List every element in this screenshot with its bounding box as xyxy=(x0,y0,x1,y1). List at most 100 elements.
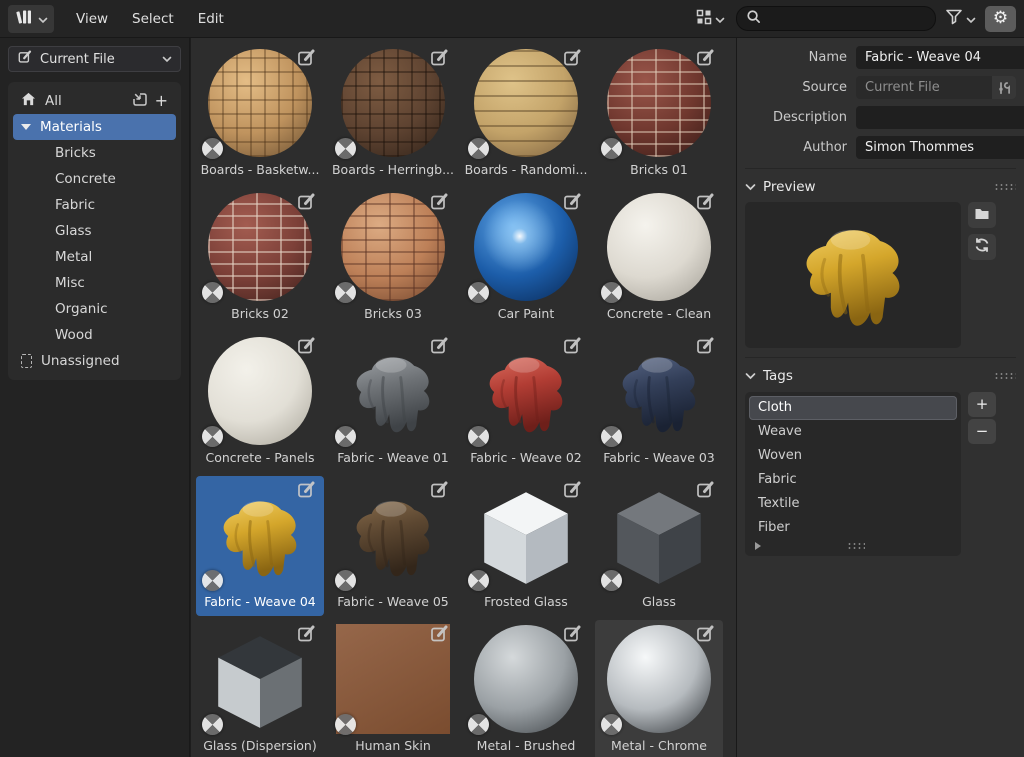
menu-view[interactable]: View xyxy=(74,7,110,31)
chevron-down-icon xyxy=(966,9,976,28)
catalog-item-glass[interactable]: Glass xyxy=(13,218,176,244)
filter-button[interactable] xyxy=(945,8,976,29)
resize-grip-icon[interactable] xyxy=(847,542,865,550)
source-sidebar: Current File All+MaterialsBricksConcrete… xyxy=(0,38,190,757)
chevron-down-icon xyxy=(162,52,172,67)
edit-asset-icon xyxy=(695,479,716,504)
asset-tile[interactable]: Metal - Chrome xyxy=(595,620,723,757)
tag-item-cloth[interactable]: Cloth xyxy=(749,396,957,420)
panel-grip-icon[interactable] xyxy=(994,183,1016,191)
catalog-item-bricks[interactable]: Bricks xyxy=(13,140,176,166)
asset-tile[interactable]: Fabric - Weave 05 xyxy=(329,476,457,616)
catalog-item-fabric[interactable]: Fabric xyxy=(13,192,176,218)
material-icon xyxy=(202,570,223,591)
catalog-item-concrete[interactable]: Concrete xyxy=(13,166,176,192)
catalog-label: Metal xyxy=(55,249,92,265)
material-icon xyxy=(335,138,356,159)
load-custom-preview-button[interactable] xyxy=(968,202,996,228)
menu-select[interactable]: Select xyxy=(130,7,176,31)
remove-tag-button[interactable]: − xyxy=(968,419,996,444)
asset-tile[interactable]: Concrete - Panels xyxy=(196,332,324,472)
tool-icon[interactable] xyxy=(992,76,1016,99)
asset-tile[interactable]: Glass (Dispersion) xyxy=(196,620,324,757)
panel-grip-icon[interactable] xyxy=(994,372,1016,380)
expand-right-icon[interactable] xyxy=(755,542,761,550)
name-field[interactable] xyxy=(856,46,1024,69)
tag-item-textile[interactable]: Textile xyxy=(749,492,957,516)
settings-button[interactable]: ⚙ xyxy=(985,6,1016,32)
editor-header: View Select Edit xyxy=(0,0,1024,38)
tag-item-fabric[interactable]: Fabric xyxy=(749,468,957,492)
asset-tile[interactable]: Fabric - Weave 03 xyxy=(595,332,723,472)
material-icon xyxy=(468,138,489,159)
asset-library-select[interactable]: Current File xyxy=(8,46,181,72)
editor-type-button[interactable] xyxy=(8,5,54,33)
asset-tile[interactable]: Bricks 01 xyxy=(595,44,723,184)
asset-tile[interactable]: Fabric - Weave 04 xyxy=(196,476,324,616)
filter-icon xyxy=(945,8,963,29)
tag-item-weave[interactable]: Weave xyxy=(749,420,957,444)
catalog-label: Fabric xyxy=(55,197,95,213)
grid-display-icon xyxy=(696,9,712,29)
disclosure-triangle-icon[interactable] xyxy=(21,124,31,130)
search-input[interactable] xyxy=(768,11,938,26)
preview-cloth-render xyxy=(784,204,922,346)
generate-preview-button[interactable] xyxy=(968,234,996,260)
preview-section: Preview xyxy=(745,168,1016,348)
new-catalog-icon[interactable] xyxy=(132,92,148,111)
catalog-label: Glass xyxy=(55,223,92,239)
catalog-item-wood[interactable]: Wood xyxy=(13,322,176,348)
asset-tile[interactable]: Frosted Glass xyxy=(462,476,590,616)
preview-header[interactable]: Preview xyxy=(745,174,1016,199)
asset-tile[interactable]: Concrete - Clean xyxy=(595,188,723,328)
catalog-item-unassigned[interactable]: Unassigned xyxy=(13,348,176,374)
edit-asset-icon xyxy=(296,191,317,216)
catalog-item-metal[interactable]: Metal xyxy=(13,244,176,270)
catalog-label: Misc xyxy=(55,275,85,291)
source-field: Current File xyxy=(856,76,1016,99)
catalog-label: Unassigned xyxy=(41,353,120,369)
display-mode-button[interactable] xyxy=(694,6,727,32)
home-icon xyxy=(21,92,36,110)
author-label: Author xyxy=(745,140,847,155)
asset-label: Fabric - Weave 05 xyxy=(337,594,449,609)
search-field[interactable] xyxy=(736,6,936,31)
edit-asset-icon xyxy=(296,623,317,648)
description-field[interactable] xyxy=(856,106,1024,129)
asset-label: Concrete - Panels xyxy=(205,450,314,465)
tag-item-fiber[interactable]: Fiber xyxy=(749,516,957,540)
asset-tile[interactable]: Bricks 03 xyxy=(329,188,457,328)
author-field[interactable] xyxy=(856,136,1024,159)
catalog-item-materials[interactable]: Materials xyxy=(13,114,176,140)
tags-header[interactable]: Tags xyxy=(745,363,1016,388)
edit-asset-icon xyxy=(429,623,450,648)
chevron-down-icon xyxy=(745,179,756,195)
material-icon xyxy=(202,714,223,735)
edit-asset-icon xyxy=(695,623,716,648)
menu-edit[interactable]: Edit xyxy=(196,7,226,31)
asset-tile[interactable]: Boards - Randomi... xyxy=(462,44,590,184)
asset-tile[interactable]: Bricks 02 xyxy=(196,188,324,328)
catalog-item-misc[interactable]: Misc xyxy=(13,270,176,296)
edit-file-icon xyxy=(17,49,33,69)
catalog-label: Organic xyxy=(55,301,108,317)
add-catalog-icon[interactable]: + xyxy=(155,93,168,109)
source-value: Current File xyxy=(865,80,940,95)
asset-tile[interactable]: Metal - Brushed xyxy=(462,620,590,757)
asset-label: Metal - Chrome xyxy=(611,738,707,753)
catalog-item-organic[interactable]: Organic xyxy=(13,296,176,322)
asset-tile[interactable]: Human Skin xyxy=(329,620,457,757)
asset-tile[interactable]: Boards - Herringb... xyxy=(329,44,457,184)
asset-tile[interactable]: Fabric - Weave 01 xyxy=(329,332,457,472)
asset-tile[interactable]: Car Paint xyxy=(462,188,590,328)
asset-label: Fabric - Weave 04 xyxy=(204,594,316,609)
asset-browser-window: View Select Edit xyxy=(0,0,1024,757)
asset-label: Boards - Herringb... xyxy=(332,162,454,177)
search-icon xyxy=(746,9,761,28)
asset-tile[interactable]: Glass xyxy=(595,476,723,616)
tag-item-woven[interactable]: Woven xyxy=(749,444,957,468)
add-tag-button[interactable]: + xyxy=(968,392,996,417)
asset-tile[interactable]: Boards - Basketw... xyxy=(196,44,324,184)
asset-tile[interactable]: Fabric - Weave 02 xyxy=(462,332,590,472)
catalog-item-all[interactable]: All+ xyxy=(13,88,176,114)
